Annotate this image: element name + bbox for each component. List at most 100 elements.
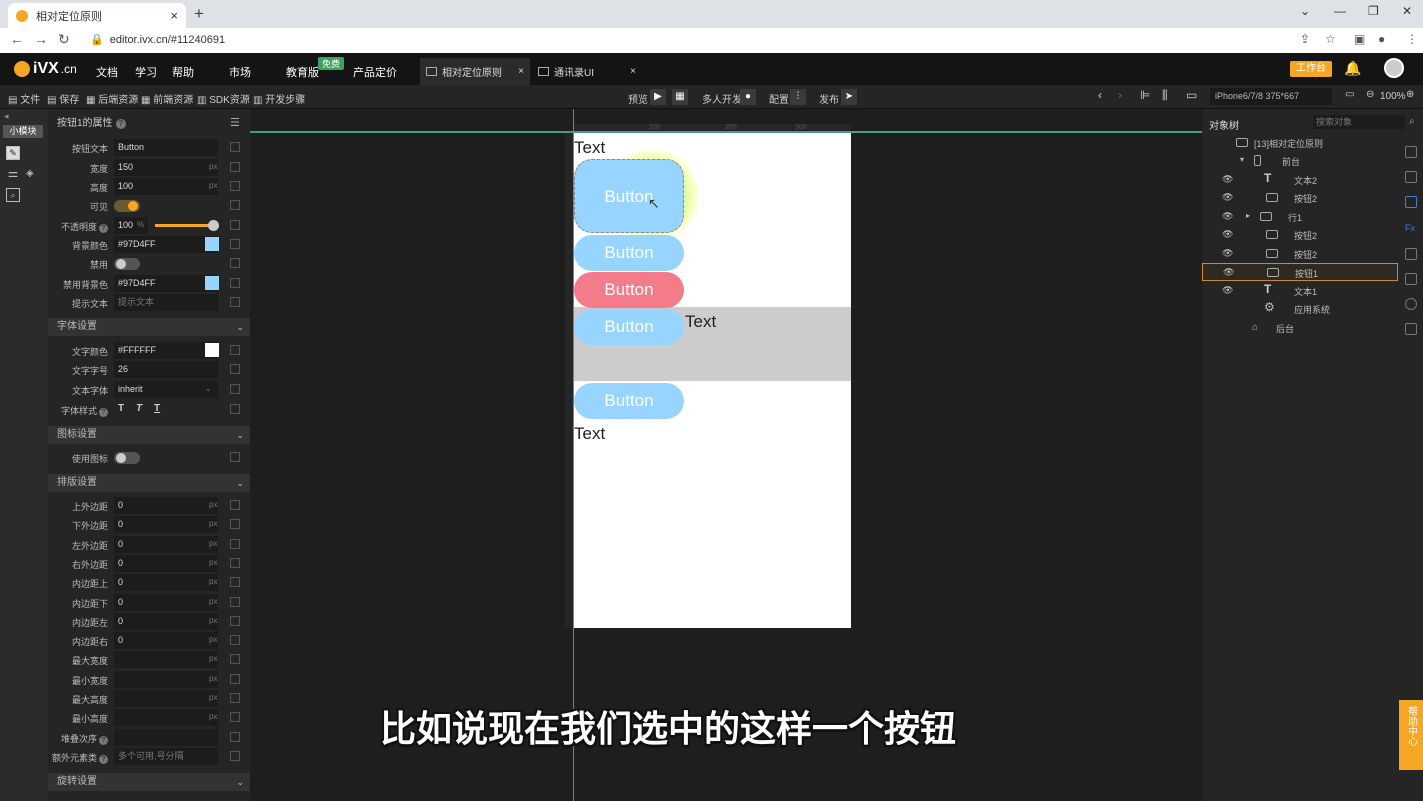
copy-icon[interactable]: [230, 142, 240, 152]
padding-left-input[interactable]: 0: [114, 613, 218, 630]
user-icon[interactable]: ●: [740, 89, 756, 105]
layout-section-header[interactable]: 排版设置 ⌄: [48, 474, 250, 492]
copy-icon[interactable]: [230, 200, 240, 210]
extra-class-input[interactable]: 多个可用,号分隔: [114, 748, 218, 765]
book-icon[interactable]: [1405, 146, 1417, 158]
eye-icon[interactable]: 👁: [1222, 285, 1233, 296]
search-icon[interactable]: ⌕: [1409, 116, 1415, 127]
use-icon-toggle[interactable]: [114, 452, 140, 464]
align-columns-icon[interactable]: ⫼: [1162, 88, 1168, 103]
tree-node-text2[interactable]: 👁 T 文本2: [1202, 171, 1398, 189]
workbench-button[interactable]: 工作台: [1290, 61, 1332, 77]
disabled-bg-swatch[interactable]: [205, 276, 219, 290]
copy-icon[interactable]: [230, 384, 240, 394]
close-editor-tab-icon[interactable]: ×: [518, 66, 524, 77]
zoom-in-icon[interactable]: ⊕: [1406, 89, 1414, 100]
copy-icon[interactable]: [230, 732, 240, 742]
save-button[interactable]: ▤ 保存: [47, 91, 79, 106]
forward-icon[interactable]: →: [34, 31, 48, 47]
height-input[interactable]: 100: [114, 178, 218, 195]
play-icon[interactable]: ▶: [650, 89, 666, 105]
copy-icon[interactable]: [230, 181, 240, 191]
ivx-logo[interactable]: iVX .cn: [14, 60, 77, 78]
copy-icon[interactable]: [230, 162, 240, 172]
font-color-input[interactable]: #FFFFFF: [114, 342, 218, 359]
list-icon[interactable]: [1405, 273, 1417, 285]
layers-icon[interactable]: [1405, 171, 1417, 183]
copy-icon[interactable]: [230, 239, 240, 249]
send-icon[interactable]: ➤: [841, 89, 857, 105]
copy-icon[interactable]: [230, 404, 240, 414]
copy-icon[interactable]: [230, 297, 240, 307]
restore-icon[interactable]: ❐: [1368, 4, 1379, 18]
close-window-icon[interactable]: ✕: [1402, 4, 1412, 18]
icon-section-header[interactable]: 图标设置 ⌄: [48, 426, 250, 444]
device-select[interactable]: iPhone6/7/8 375*667: [1210, 88, 1332, 105]
copy-icon[interactable]: [230, 577, 240, 587]
frontend-resource-button[interactable]: ▦ 前端资源: [141, 91, 193, 106]
margin-top-input[interactable]: 0: [114, 497, 218, 514]
max-height-input[interactable]: [114, 690, 218, 707]
copy-icon[interactable]: [230, 539, 240, 549]
adjust-icon[interactable]: ⚌: [6, 167, 20, 181]
browser-tab[interactable]: 相对定位原则 ×: [8, 3, 186, 28]
component-icon[interactable]: [1405, 196, 1417, 208]
copy-icon[interactable]: [230, 519, 240, 529]
sdk-resource-button[interactable]: ▥ SDK资源: [197, 91, 250, 106]
copy-icon[interactable]: [230, 597, 240, 607]
menu-help[interactable]: 帮助: [172, 64, 194, 80]
copy-icon[interactable]: [230, 558, 240, 568]
backend-resource-button[interactable]: ▦ 后端资源: [86, 91, 138, 106]
chevron-down-icon[interactable]: ▾: [1240, 155, 1244, 164]
collapse-icon[interactable]: ◂: [4, 111, 9, 122]
sliders-icon[interactable]: ⫶: [790, 89, 806, 105]
sidebar-icon[interactable]: ▣: [1354, 32, 1365, 46]
padding-top-input[interactable]: 0: [114, 574, 218, 591]
eye-icon[interactable]: 👁: [1222, 248, 1233, 259]
eye-icon[interactable]: 👁: [1222, 211, 1233, 222]
copy-icon[interactable]: [230, 220, 240, 230]
search-component-icon[interactable]: ⌕: [6, 188, 20, 202]
selected-button[interactable]: Button: [574, 159, 684, 233]
margin-bottom-input[interactable]: 0: [114, 516, 218, 533]
font-color-swatch[interactable]: [205, 343, 219, 357]
close-tab-icon[interactable]: ×: [170, 8, 178, 23]
italic-icon[interactable]: T: [136, 403, 142, 414]
reload-icon[interactable]: ↻: [58, 31, 70, 48]
object-search-input[interactable]: 搜索对象: [1313, 115, 1405, 129]
padding-right-input[interactable]: 0: [114, 632, 218, 649]
menu-market[interactable]: 市场: [229, 64, 251, 80]
z-index-input[interactable]: [114, 729, 218, 746]
tree-node-backend[interactable]: ⌂ 后台: [1202, 319, 1398, 337]
copy-icon[interactable]: [230, 452, 240, 462]
tab-list-icon[interactable]: ⌄: [1300, 4, 1310, 18]
tree-node-button2[interactable]: 👁 按钮2: [1202, 226, 1398, 244]
copy-icon[interactable]: [230, 654, 240, 664]
tree-node-button1[interactable]: 👁 按钮1: [1202, 263, 1398, 281]
tree-node-app-system[interactable]: ⚙ 应用系统: [1202, 300, 1398, 318]
button-element[interactable]: Button: [574, 309, 684, 345]
settings-icon[interactable]: [1405, 298, 1417, 310]
star-icon[interactable]: ☆: [1325, 32, 1336, 46]
avatar[interactable]: [1384, 58, 1404, 78]
close-editor-tab-icon[interactable]: ×: [630, 66, 636, 77]
align-left-icon[interactable]: ⊫: [1140, 88, 1150, 102]
eye-icon[interactable]: 👁: [1223, 267, 1234, 278]
text-element[interactable]: Text: [574, 138, 605, 158]
text-element[interactable]: Text: [574, 424, 605, 444]
help-center-button[interactable]: 帮助中心: [1399, 700, 1423, 770]
bg-color-input[interactable]: #97D4FF: [114, 236, 218, 253]
font-section-header[interactable]: 字体设置 ⌄: [48, 318, 250, 336]
grid-icon[interactable]: [1405, 323, 1417, 335]
monitor-icon[interactable]: ▭: [1186, 88, 1197, 102]
function-icon[interactable]: Fx: [1405, 223, 1415, 233]
menu-education[interactable]: 教育版: [286, 64, 319, 80]
disabled-toggle[interactable]: [114, 258, 140, 270]
eye-icon[interactable]: 👁: [1222, 174, 1233, 185]
button-element[interactable]: Button: [574, 235, 684, 271]
tree-node-button2[interactable]: 👁 按钮2: [1202, 245, 1398, 263]
eye-icon[interactable]: 👁: [1222, 229, 1233, 240]
copy-icon[interactable]: [230, 712, 240, 722]
copy-icon[interactable]: [230, 674, 240, 684]
max-width-input[interactable]: [114, 651, 218, 668]
